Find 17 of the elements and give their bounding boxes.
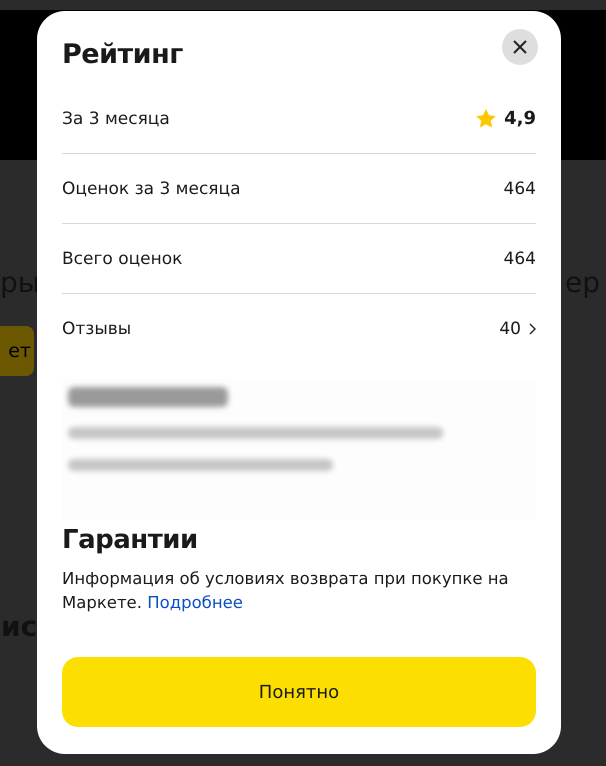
close-icon	[512, 39, 528, 55]
row-label: Всего оценок	[62, 248, 182, 268]
star-icon	[476, 109, 496, 128]
close-button[interactable]	[502, 29, 538, 65]
section-heading: Гарантии	[62, 525, 199, 555]
row-label: За 3 месяца	[62, 108, 170, 128]
row-label: Оценок за 3 месяца	[62, 178, 241, 198]
chevron-icon[interactable]	[529, 322, 536, 334]
guarantee-text: Информация об условиях возврата при покупке на Маркете. Подробнее	[62, 568, 510, 614]
rating-value: 4,9	[504, 108, 536, 129]
row-value: 464	[504, 178, 536, 198]
review-count: 40	[499, 318, 521, 338]
row-label: Отзывы	[62, 318, 132, 338]
ok-button[interactable]: Понятно	[62, 657, 536, 727]
more-link[interactable]: Подробнее	[147, 593, 243, 612]
dialog-title: Рейтинг	[62, 38, 183, 70]
row-value: 464	[504, 248, 536, 268]
